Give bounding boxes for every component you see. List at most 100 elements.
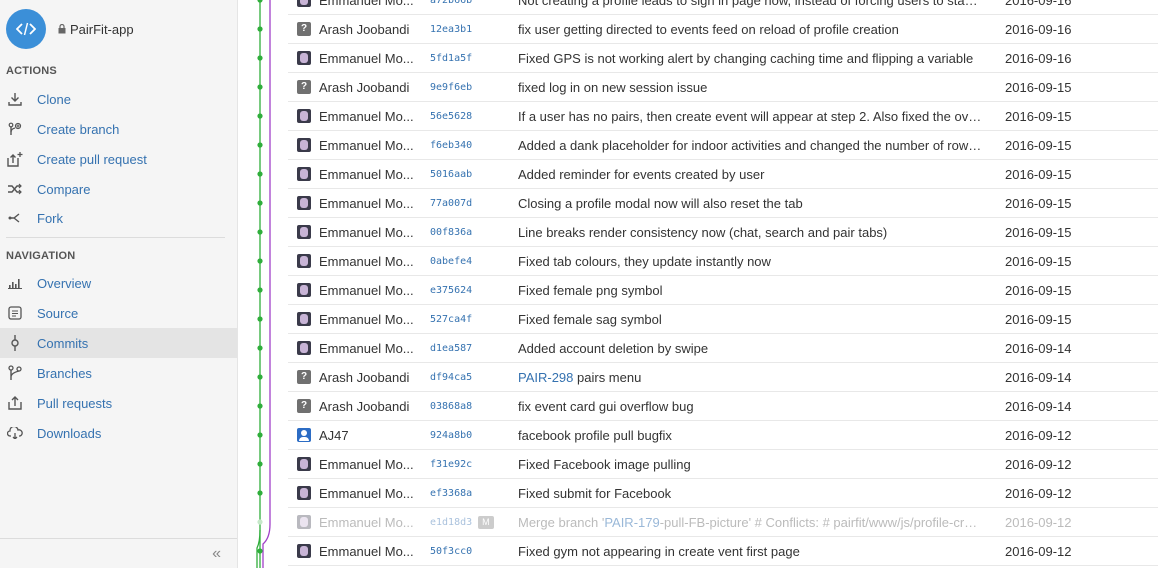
commit-hash-link[interactable]: 56e5628 [430,111,472,122]
action-create-pull-request[interactable]: Create pull request [0,144,237,174]
commit-row[interactable]: Emmanuel Mo... d1ea587 Added account delet… [288,334,1158,363]
nav-downloads-label: Downloads [37,425,102,441]
nav-pull-requests[interactable]: Pull requests [0,388,237,418]
collapse-sidebar-button[interactable]: « [212,545,221,563]
commit-hash-link[interactable]: 527ca4f [430,314,472,325]
commit-hash[interactable]: f6eb340 [430,140,472,151]
commit-hash[interactable]: 00f836a [430,227,472,238]
commit-message-text: fixed log in on new session issue [518,79,708,95]
commit-hash-link[interactable]: 0abefe4 [430,256,472,267]
action-compare-label: Compare [37,181,91,197]
commit-hash-link[interactable]: 924a8b0 [430,430,472,441]
action-compare[interactable]: Compare [0,174,237,204]
commit-hash-link[interactable]: 00f836a [430,227,472,238]
commit-hash-link[interactable]: 5fd1a5f [430,53,472,64]
issue-link[interactable]: PAIR-179 [604,515,659,530]
issue-link[interactable]: PAIR-298 [518,370,573,385]
action-create-branch[interactable]: Create branch [0,114,237,144]
commit-row[interactable]: Emmanuel Mo... 00f836a Line breaks render … [288,218,1158,247]
commit-row[interactable]: ? Arash Joobandi 9e9f6eb fixed log in on ne… [288,73,1158,102]
commit-date: 2016-09-15 [1005,224,1072,240]
commit-hash[interactable]: df94ca5 [430,372,472,383]
commit-author: Emmanuel Mo... [319,195,414,211]
commit-message-text: Fixed female sag symbol [518,311,662,327]
nav-downloads[interactable]: Downloads [0,418,237,448]
commit-date: 2016-09-15 [1005,282,1072,298]
commit-hash-link[interactable]: df94ca5 [430,372,472,383]
nav-commits[interactable]: Commits [0,328,237,358]
commit-message: Fixed GPS is not working alert by changi… [518,51,983,66]
commit-row[interactable]: Emmanuel Mo... 527ca4f Fixed female sag sy… [288,305,1158,334]
pull-requests-icon [6,394,24,412]
nav-branches[interactable]: Branches [0,358,237,388]
commit-row[interactable]: Emmanuel Mo... 56e5628 If a user has no pa… [288,102,1158,131]
commit-hash[interactable]: d1ea587 [430,343,472,354]
commit-row[interactable]: Emmanuel Mo... 5016aab Added reminder for … [288,160,1158,189]
commit-hash-link[interactable]: 12ea3b1 [430,24,472,35]
commit-row[interactable]: ? Arash Joobandi 12ea3b1 fix user getting d… [288,15,1158,44]
commit-row[interactable]: AJ47 924a8b0 facebook profile pull bugfix 2… [288,421,1158,450]
commit-author: Emmanuel Mo... [319,543,414,559]
commit-hash[interactable]: 03868a8 [430,401,472,412]
commit-hash[interactable]: e1d18d3 [430,517,472,528]
commit-hash-link[interactable]: e1d18d3 M [430,515,494,529]
commit-hash[interactable]: e375624 [430,285,472,296]
nav-overview[interactable]: Overview [0,268,237,298]
commit-row[interactable]: Emmanuel Mo... a72b66b Not creating a prof… [288,0,1158,15]
commit-hash-link[interactable]: 50f3cc0 [430,546,472,557]
commit-author: Emmanuel Mo... [319,108,414,124]
commit-hash[interactable]: f31e92c [430,459,472,470]
branches-icon [6,364,24,382]
commit-hash[interactable]: ef3368a [430,488,472,499]
fork-icon [6,209,24,227]
commit-hash-link[interactable]: 77a007d [430,198,472,209]
commit-message: Added a dank placeholder for indoor acti… [518,138,983,153]
nav-source[interactable]: Source [0,298,237,328]
commit-hash[interactable]: a72b66b [430,0,472,6]
commit-row[interactable]: Emmanuel Mo... f31e92c Fixed Facebook imag… [288,450,1158,479]
commit-hash-link[interactable]: f31e92c [430,459,472,470]
commit-message-text: Added a dank placeholder for indoor acti… [518,137,983,153]
commit-hash-link[interactable]: 03868a8 [430,401,472,412]
commit-node [257,55,263,61]
commit-row[interactable]: Emmanuel Mo... 50f3cc0 Fixed gym not appea… [288,537,1158,566]
commit-hash[interactable]: 5fd1a5f [430,53,472,64]
commit-hash[interactable]: 5016aab [430,169,472,180]
commit-row[interactable]: Emmanuel Mo... e375624 Fixed female png sy… [288,276,1158,305]
commit-hash[interactable]: 50f3cc0 [430,546,472,557]
commit-hash[interactable]: 924a8b0 [430,430,472,441]
repo-avatar-icon[interactable] [6,9,46,49]
commit-hash-link[interactable]: f6eb340 [430,140,472,151]
commit-node [257,316,263,322]
commit-message-text: Not creating a profile leads to sign in … [518,0,983,8]
commit-author: Emmanuel Mo... [319,282,414,298]
commit-hash[interactable]: 12ea3b1 [430,24,472,35]
commit-row[interactable]: ? Arash Joobandi 03868a8 fix event card gui… [288,392,1158,421]
create-branch-icon [6,120,24,138]
commit-row[interactable]: Emmanuel Mo... 0abefe4 Fixed tab colours, … [288,247,1158,276]
commit-row[interactable]: Emmanuel Mo... 77a007d Closing a profile m… [288,189,1158,218]
commit-node [257,345,263,351]
commit-row[interactable]: Emmanuel Mo... e1d18d3 M Merge branch 'PAIR… [288,508,1158,537]
commit-row[interactable]: Emmanuel Mo... 5fd1a5f Fixed GPS is not wo… [288,44,1158,73]
commit-hash-link[interactable]: 9e9f6eb [430,82,472,93]
action-fork[interactable]: Fork [0,203,237,233]
commit-node [257,490,263,496]
commit-hash-link[interactable]: 5016aab [430,169,472,180]
commit-hash[interactable]: 527ca4f [430,314,472,325]
default-avatar-icon: ? [297,22,311,36]
repo-title[interactable]: PairFit-app [58,22,134,37]
commit-row[interactable]: Emmanuel Mo... ef3368a Fixed submit for Fa… [288,479,1158,508]
commit-row[interactable]: Emmanuel Mo... f6eb340 Added a dank placeh… [288,131,1158,160]
commit-hash[interactable]: 0abefe4 [430,256,472,267]
commit-hash-link[interactable]: a72b66b [430,0,472,6]
action-clone[interactable]: Clone [0,84,237,114]
commit-hash-link[interactable]: e375624 [430,285,472,296]
commit-hash-link[interactable]: ef3368a [430,488,472,499]
commit-hash[interactable]: 77a007d [430,198,472,209]
commit-hash-link[interactable]: d1ea587 [430,343,472,354]
commit-hash[interactable]: 56e5628 [430,111,472,122]
commit-node [257,548,263,554]
commit-row[interactable]: ? Arash Joobandi df94ca5 PAIR-298 pairs men… [288,363,1158,392]
commit-hash[interactable]: 9e9f6eb [430,82,472,93]
